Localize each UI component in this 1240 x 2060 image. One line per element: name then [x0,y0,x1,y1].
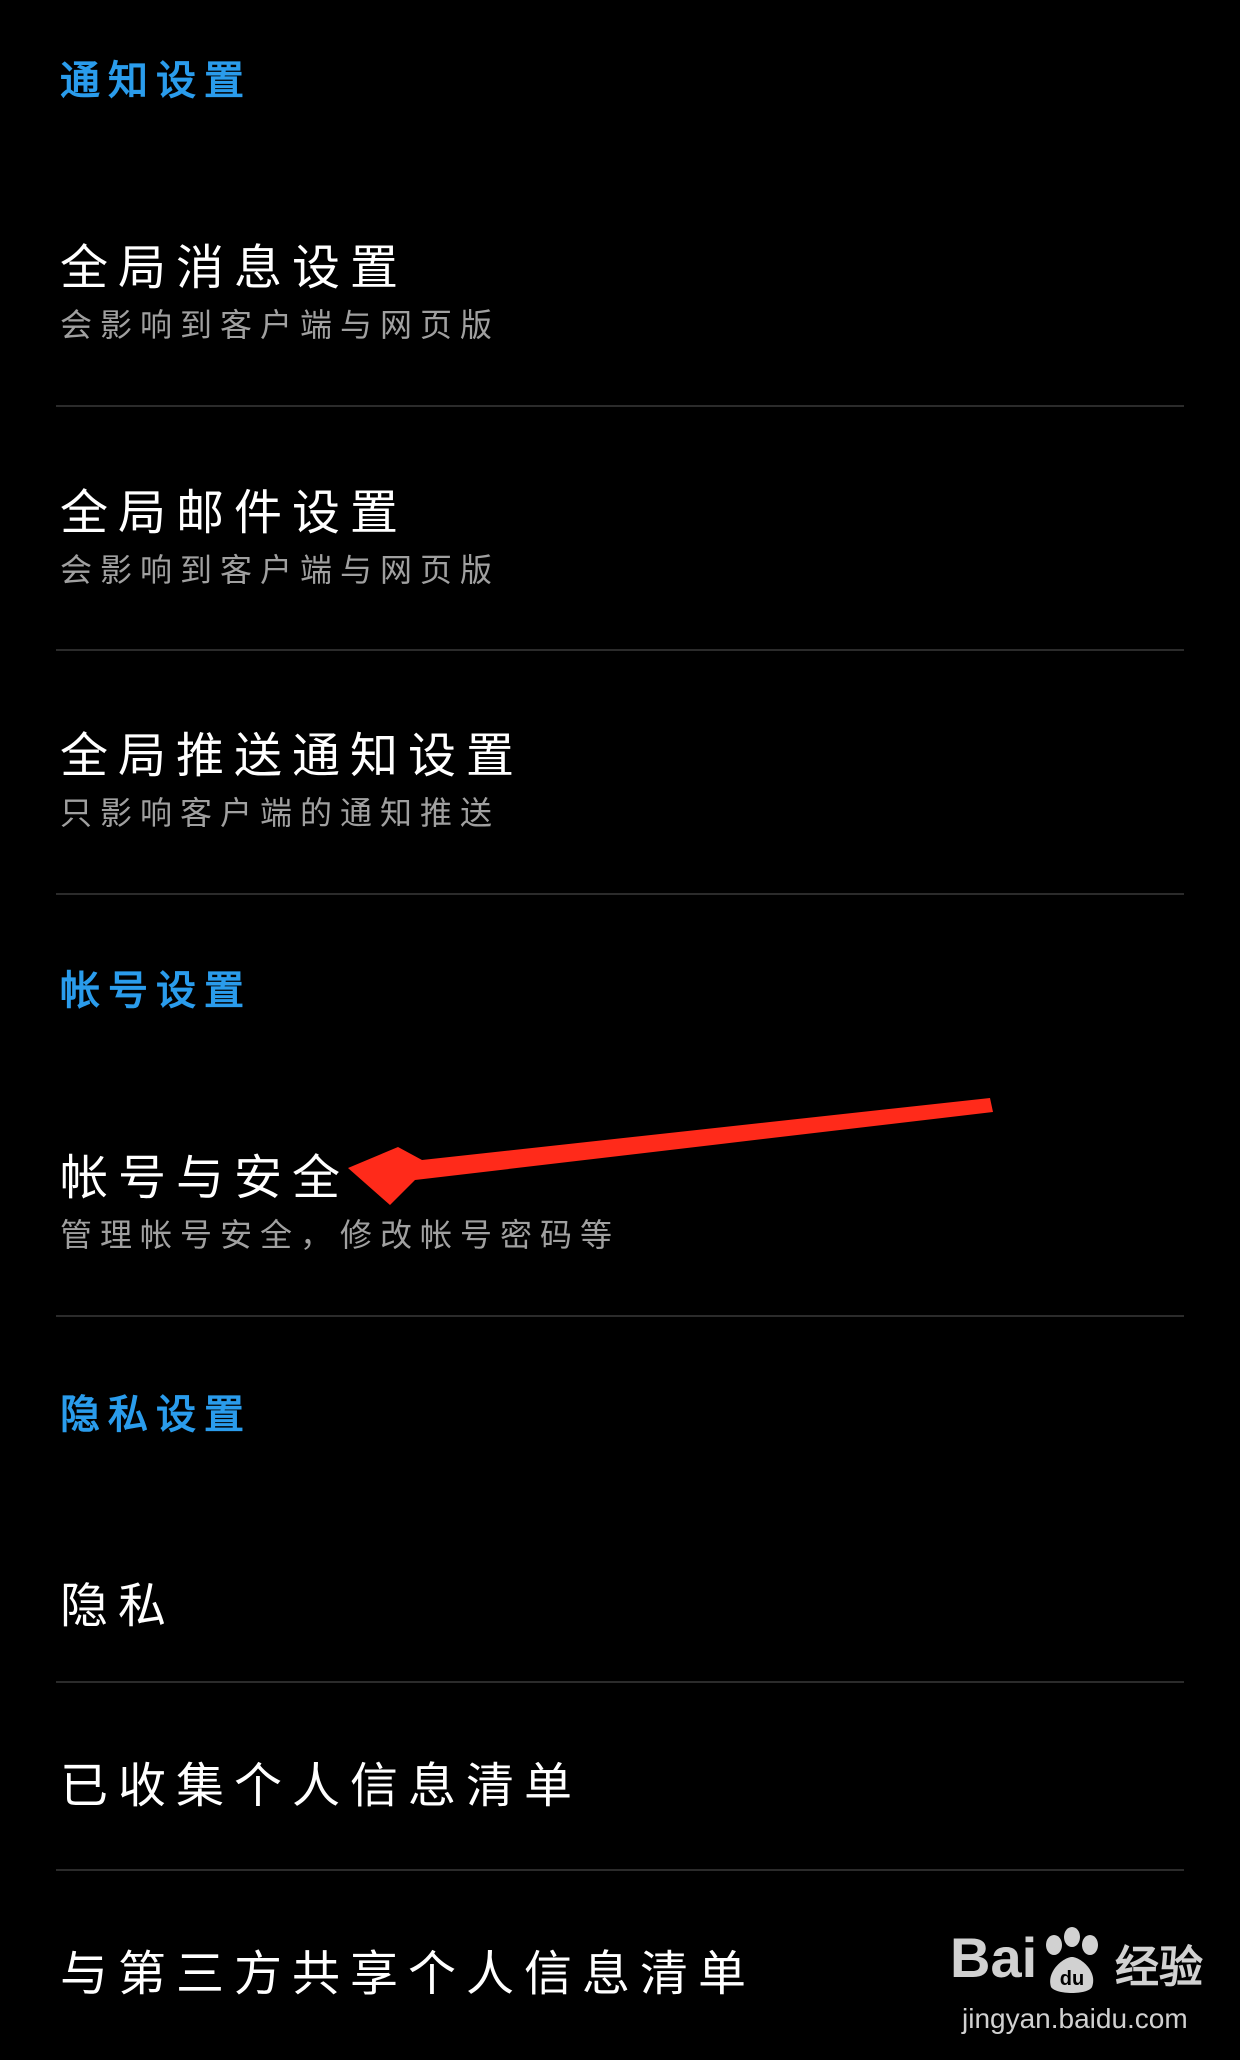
svg-text:du: du [1060,1968,1084,1990]
watermark-logo-text: Bai [950,1926,1038,1989]
baidu-watermark: Bai du 经验 jingyan.baidu.com [950,1925,1220,2050]
watermark-jingyan-text: 经验 [1115,1942,1203,1993]
baidu-paw-icon: du [1046,1927,1098,1993]
red-arrow-icon [348,1098,993,1205]
arrow-shape [348,1098,993,1205]
watermark-url: jingyan.baidu.com [962,2003,1188,2034]
